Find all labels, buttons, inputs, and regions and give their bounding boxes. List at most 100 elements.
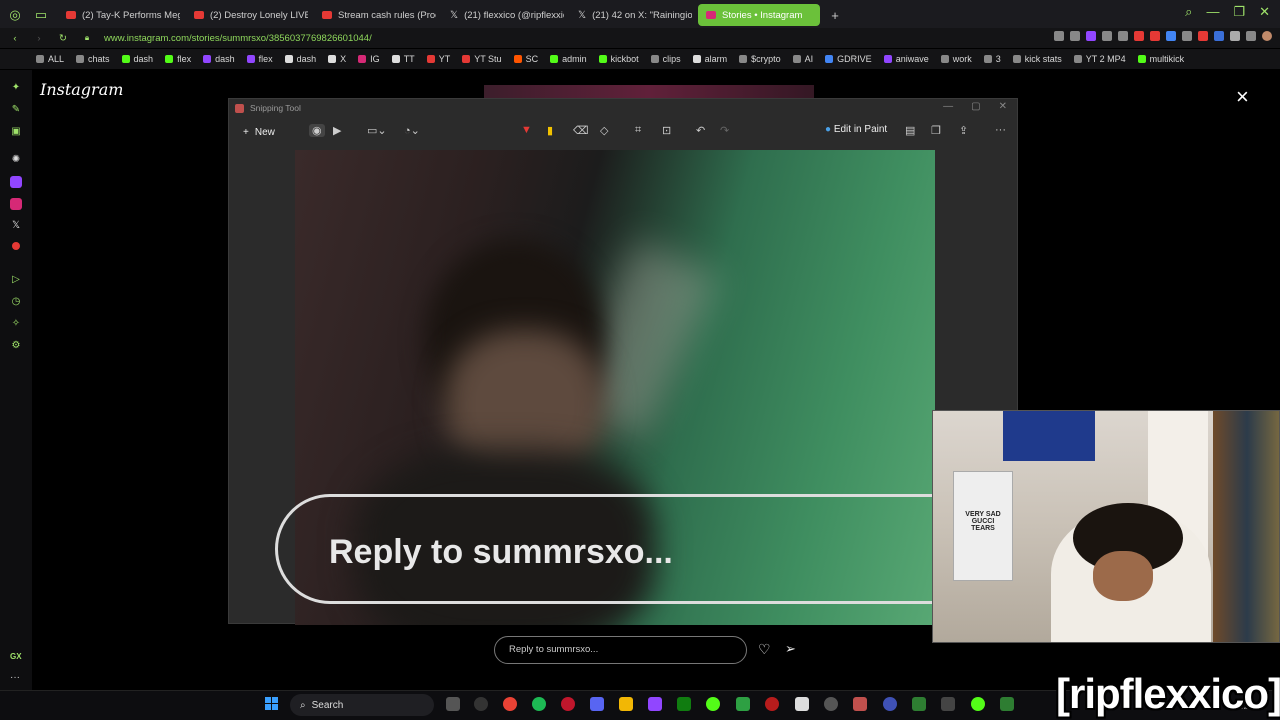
instagram-icon[interactable]: [10, 198, 22, 210]
delay-icon[interactable]: ◔⌄: [404, 124, 420, 137]
app-taskbar-icon[interactable]: [765, 697, 779, 711]
settings-icon[interactable]: ⚙: [10, 340, 22, 352]
bookmark-item[interactable]: GDRIVE: [825, 54, 872, 64]
bookmark-item[interactable]: SC: [513, 54, 538, 64]
maximize-icon[interactable]: ❐: [1233, 4, 1245, 20]
kick-taskbar-icon[interactable]: [706, 697, 720, 711]
extension-icon[interactable]: [1150, 31, 1160, 41]
bookmark-item[interactable]: dash: [121, 54, 153, 64]
text-actions-icon[interactable]: ⊡: [662, 124, 671, 137]
browser-tab[interactable]: 𝕏 (21) 42 on X: "Rainingiol d: [570, 4, 692, 26]
extension-icon[interactable]: [1230, 31, 1240, 41]
bookmark-item[interactable]: YT: [426, 54, 450, 64]
twitch-taskbar-icon[interactable]: [648, 697, 662, 711]
x-icon[interactable]: 𝕏: [10, 220, 22, 232]
record-icon[interactable]: [12, 242, 20, 250]
forward-icon[interactable]: ›: [30, 33, 48, 44]
pen-icon[interactable]: ▼: [521, 124, 532, 136]
minimize-icon[interactable]: —: [943, 101, 953, 112]
browser-tab[interactable]: (2) Tay-K Performs Megan: [58, 4, 180, 26]
sidebar-item-icon[interactable]: ✦: [10, 82, 22, 94]
extensions-icon[interactable]: ✧: [10, 318, 22, 330]
bookmark-item[interactable]: flex: [165, 54, 191, 64]
history-icon[interactable]: ◷: [10, 296, 22, 308]
edit-in-paint-button[interactable]: ● Edit in Paint: [825, 124, 887, 135]
opera-taskbar-icon[interactable]: [561, 697, 575, 711]
taskbar-search[interactable]: ⌕ Search: [290, 694, 434, 716]
browser-tab[interactable]: (2) Destroy Lonely LIVE @: [186, 4, 308, 26]
sidebar-item-icon[interactable]: ▣: [10, 126, 22, 138]
chatgpt-taskbar-icon[interactable]: [824, 697, 838, 711]
opera-gx-logo-icon[interactable]: ◎: [4, 4, 26, 26]
close-story-icon[interactable]: ×: [1236, 84, 1249, 110]
redo-icon[interactable]: ↷: [720, 124, 729, 137]
extension-icon[interactable]: [1214, 31, 1224, 41]
bookmark-item[interactable]: YT 2 MP4: [1073, 54, 1126, 64]
bookmark-item[interactable]: dash: [203, 54, 235, 64]
app-taskbar-icon[interactable]: [941, 697, 955, 711]
extension-icon[interactable]: [1198, 31, 1208, 41]
highlighter-icon[interactable]: ▮: [547, 124, 553, 137]
screenshot-mode-icon[interactable]: ◉: [309, 124, 325, 137]
new-tab-icon[interactable]: +: [824, 4, 846, 26]
url-field[interactable]: www.instagram.com/stories/summrsxo/38560…: [104, 33, 372, 44]
bookmark-item[interactable]: AI: [792, 54, 813, 64]
app-taskbar-icon[interactable]: [971, 697, 985, 711]
snipping-tool-taskbar-icon[interactable]: [853, 697, 867, 711]
share-icon[interactable]: ⇪: [959, 124, 968, 137]
chatgpt-icon[interactable]: ✺: [10, 154, 22, 166]
send-message-icon[interactable]: ➢: [785, 641, 796, 657]
browser-tab-active[interactable]: Stories • Instagram: [698, 4, 820, 26]
story-reply-input[interactable]: Reply to summrsxo...: [494, 636, 747, 664]
bookmark-item[interactable]: clips: [650, 54, 681, 64]
profile-avatar-icon[interactable]: [1262, 31, 1272, 41]
tab-menu-icon[interactable]: ▭: [30, 4, 52, 26]
gx-corner-label[interactable]: GX: [10, 652, 22, 661]
search-icon[interactable]: ⌕: [1185, 4, 1192, 20]
sidebar-item-icon[interactable]: ✎: [10, 104, 22, 116]
extension-icon[interactable]: [1070, 31, 1080, 41]
app-taskbar-icon[interactable]: [912, 697, 926, 711]
bookmark-item[interactable]: IG: [358, 54, 380, 64]
minimize-icon[interactable]: —: [1206, 4, 1219, 20]
opera-gx-taskbar-icon[interactable]: [474, 697, 488, 711]
bookmark-item[interactable]: kick stats: [1012, 54, 1062, 64]
close-icon[interactable]: ✕: [1259, 4, 1270, 20]
extension-icon[interactable]: [1102, 31, 1112, 41]
crop-icon[interactable]: ⌗: [635, 124, 641, 137]
bookmark-item[interactable]: $crypto: [739, 54, 781, 64]
extension-icon[interactable]: [1054, 31, 1064, 41]
extension-icon[interactable]: [1118, 31, 1128, 41]
extension-icon[interactable]: [1166, 31, 1176, 41]
bookmark-item[interactable]: kickbot: [598, 54, 639, 64]
windows-start-icon[interactable]: [265, 697, 279, 711]
shapes-icon[interactable]: ◇: [600, 124, 608, 137]
xbox-taskbar-icon[interactable]: [677, 697, 691, 711]
extension-icon[interactable]: [1134, 31, 1144, 41]
close-icon[interactable]: ✕: [999, 101, 1007, 112]
bookmark-item[interactable]: admin: [550, 54, 587, 64]
snip-shape-icon[interactable]: ▭⌄: [367, 124, 387, 137]
task-view-icon[interactable]: [446, 697, 460, 711]
bookmark-item[interactable]: YT Stu: [462, 54, 502, 64]
bookmark-item[interactable]: alarm: [692, 54, 727, 64]
reload-icon[interactable]: ↻: [54, 33, 72, 44]
file-explorer-taskbar-icon[interactable]: [619, 697, 633, 711]
copy-icon[interactable]: ❐: [931, 124, 941, 137]
extension-icon[interactable]: [1182, 31, 1192, 41]
app-taskbar-icon[interactable]: [736, 697, 750, 711]
bookmark-item[interactable]: chats: [76, 54, 110, 64]
more-options-icon[interactable]: ···: [995, 124, 1006, 136]
spotify-taskbar-icon[interactable]: [532, 697, 546, 711]
bookmark-item[interactable]: 3: [983, 54, 1001, 64]
app-taskbar-icon[interactable]: [1000, 697, 1014, 711]
undo-icon[interactable]: ↶: [696, 124, 705, 137]
extension-icon[interactable]: [1086, 31, 1096, 41]
bookmark-item[interactable]: TT: [391, 54, 415, 64]
video-mode-icon[interactable]: ▶: [333, 124, 341, 137]
new-snip-button[interactable]: + New: [243, 127, 275, 138]
bookmark-item[interactable]: work: [940, 54, 972, 64]
bookmark-item[interactable]: dash: [284, 54, 316, 64]
browser-tab[interactable]: 𝕏 (21) flexxico (@ripflexxico: [442, 4, 564, 26]
bookmark-item[interactable]: ALL: [36, 54, 64, 64]
